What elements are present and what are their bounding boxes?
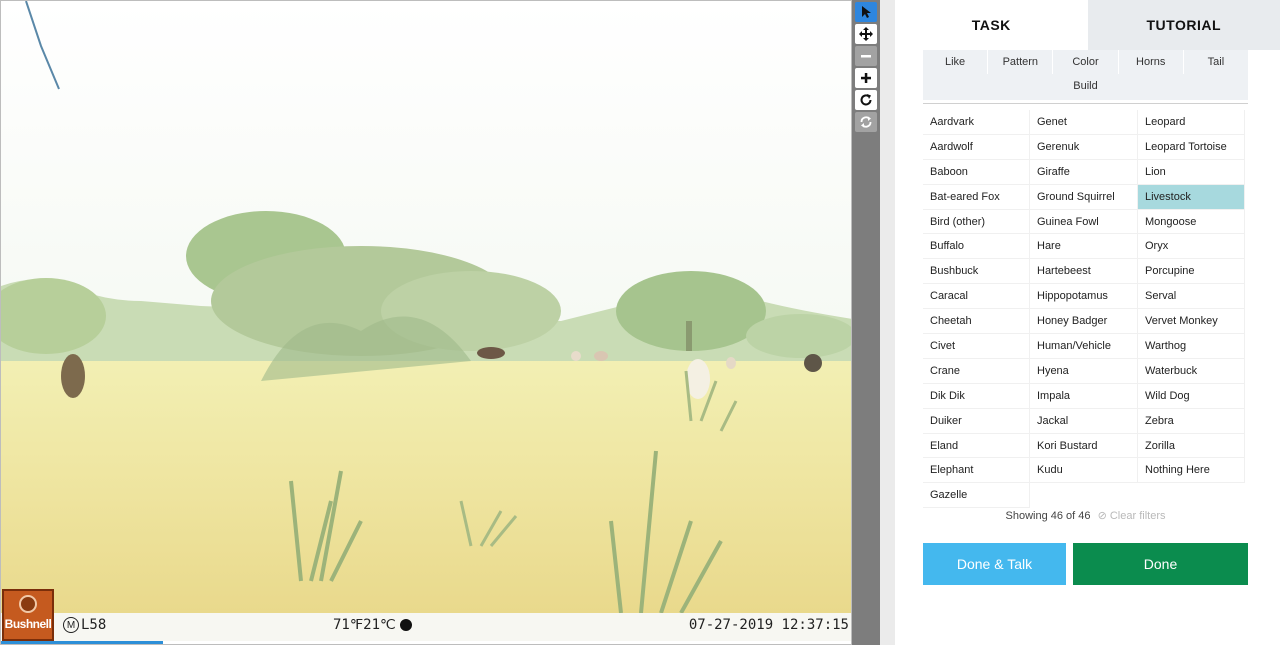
m-badge: M [63, 617, 79, 633]
species-option[interactable]: Aardwolf [923, 134, 1030, 160]
done-button[interactable]: Done [1073, 543, 1248, 585]
species-option[interactable]: Leopard Tortoise [1138, 134, 1245, 160]
done-and-talk-button[interactable]: Done & Talk [923, 543, 1066, 585]
species-option[interactable]: Leopard [1138, 110, 1245, 135]
zoom-in-button[interactable] [855, 68, 877, 88]
species-list: Aardvark Genet Leopard Aardwolf Gerenuk Leopa… [923, 110, 1248, 509]
camera-model: M L58 [63, 617, 106, 633]
species-option[interactable]: Vervet Monkey [1138, 309, 1245, 335]
species-option[interactable]: Buffalo [923, 234, 1030, 260]
app-root: Bushnell M L58 71℉21℃ 07-27-2019 12:37:1… [0, 0, 1280, 645]
zoom-out-button[interactable] [855, 46, 877, 66]
species-option[interactable]: Cheetah [923, 309, 1030, 335]
species-option[interactable]: Mongoose [1138, 209, 1245, 235]
reset-button[interactable] [855, 112, 877, 132]
species-option[interactable]: Guinea Fowl [1030, 209, 1138, 235]
brand-label: Bushnell [4, 617, 52, 631]
rotate-button[interactable] [855, 90, 877, 110]
filter-pattern[interactable]: Pattern [988, 50, 1054, 74]
bushnell-logo: Bushnell [2, 589, 54, 641]
species-option[interactable]: Human/Vehicle [1030, 334, 1138, 359]
moon-phase-icon [399, 619, 412, 631]
species-option[interactable]: Serval [1138, 284, 1245, 310]
clear-filters-button[interactable]: ⊘ Clear filters [1098, 510, 1166, 522]
camera-info-bar: Bushnell M L58 71℉21℃ 07-27-2019 12:37:1… [1, 589, 851, 641]
temperature-label: 71℉21℃ [333, 617, 396, 633]
species-option[interactable]: Zorilla [1138, 433, 1245, 459]
species-option[interactable]: Gazelle [923, 483, 1030, 509]
species-option[interactable]: Gerenuk [1030, 134, 1138, 160]
species-option[interactable]: Bat-eared Fox [923, 184, 1030, 210]
species-option[interactable]: Zebra [1138, 408, 1245, 434]
species-empty-cell [1138, 483, 1245, 508]
showing-count: Showing 46 of 46 ⊘ Clear filters [923, 509, 1248, 522]
filter-horns[interactable]: Horns [1119, 50, 1184, 74]
species-option[interactable]: Kudu [1030, 458, 1138, 484]
species-option[interactable]: Impala [1030, 383, 1138, 409]
species-option[interactable]: Oryx [1138, 234, 1245, 260]
species-option[interactable]: Porcupine [1138, 259, 1245, 285]
species-option[interactable]: Genet [1030, 110, 1138, 135]
refresh-icon [860, 116, 872, 128]
characteristic-filters: Like Pattern Color Horns Tail Build [923, 50, 1248, 100]
species-option[interactable]: Eland [923, 433, 1030, 459]
camera-trap-photo[interactable] [1, 1, 852, 613]
filter-build[interactable]: Build [923, 74, 1248, 98]
rotate-icon [860, 94, 872, 106]
camera-model-label: L58 [81, 617, 107, 633]
species-option[interactable]: Waterbuck [1138, 358, 1245, 384]
species-option[interactable]: Hare [1030, 234, 1138, 260]
species-option[interactable]: Kori Bustard [1030, 433, 1138, 459]
species-option[interactable]: Duiker [923, 408, 1030, 434]
species-option[interactable]: Dik Dik [923, 383, 1030, 409]
filter-divider [923, 103, 1248, 104]
showing-count-label: Showing 46 of 46 [1005, 510, 1091, 522]
species-option[interactable]: Crane [923, 358, 1030, 384]
species-option[interactable]: Hartebeest [1030, 259, 1138, 285]
ban-icon: ⊘ [1097, 510, 1107, 522]
tab-tutorial[interactable]: TUTORIAL [1087, 0, 1280, 50]
species-option[interactable]: Baboon [923, 159, 1030, 185]
bushnell-emblem-icon [19, 595, 37, 613]
species-option[interactable]: Bushbuck [923, 259, 1030, 285]
species-option[interactable]: Civet [923, 334, 1030, 359]
plus-icon [861, 73, 871, 83]
species-option[interactable]: Ground Squirrel [1030, 184, 1138, 210]
species-option[interactable]: Giraffe [1030, 159, 1138, 185]
classification-panel: TASK TUTORIAL Like Pattern Color Horns T… [895, 0, 1280, 645]
species-option[interactable]: Hyena [1030, 358, 1138, 384]
species-grid: Aardvark Genet Leopard Aardwolf Gerenuk Leopa… [923, 110, 1248, 509]
cursor-icon [862, 6, 871, 18]
species-option[interactable]: Wild Dog [1138, 383, 1245, 409]
pan-tool-button[interactable] [855, 24, 877, 44]
panel-tabs: TASK TUTORIAL [895, 0, 1280, 50]
filter-color[interactable]: Color [1053, 50, 1119, 74]
species-option[interactable]: Aardvark [923, 110, 1030, 135]
species-option[interactable]: Bird (other) [923, 209, 1030, 235]
image-load-progress [1, 641, 163, 644]
image-toolbar [852, 0, 880, 645]
species-option[interactable]: Elephant [923, 458, 1030, 484]
minus-icon [861, 55, 871, 58]
species-option[interactable]: Caracal [923, 284, 1030, 310]
species-option[interactable]: Honey Badger [1030, 309, 1138, 335]
select-tool-button[interactable] [855, 2, 877, 22]
temperature-readout: 71℉21℃ [333, 617, 412, 633]
species-option[interactable]: Jackal [1030, 408, 1138, 434]
filter-like[interactable]: Like [923, 50, 989, 74]
tab-task[interactable]: TASK [895, 0, 1088, 50]
species-option[interactable]: Hippopotamus [1030, 284, 1138, 310]
subject-image-viewer[interactable]: Bushnell M L58 71℉21℃ 07-27-2019 12:37:1… [0, 0, 852, 645]
species-option[interactable]: Nothing Here [1138, 458, 1245, 484]
species-option[interactable]: Lion [1138, 159, 1245, 185]
move-icon [859, 27, 873, 41]
species-empty-cell [1030, 483, 1138, 508]
clear-filters-label: Clear filters [1109, 510, 1166, 522]
filter-tail[interactable]: Tail [1184, 50, 1248, 74]
capture-timestamp: 07-27-2019 12:37:15 [688, 617, 849, 633]
species-option[interactable]: Livestock [1138, 184, 1245, 210]
species-option[interactable]: Warthog [1138, 334, 1245, 359]
